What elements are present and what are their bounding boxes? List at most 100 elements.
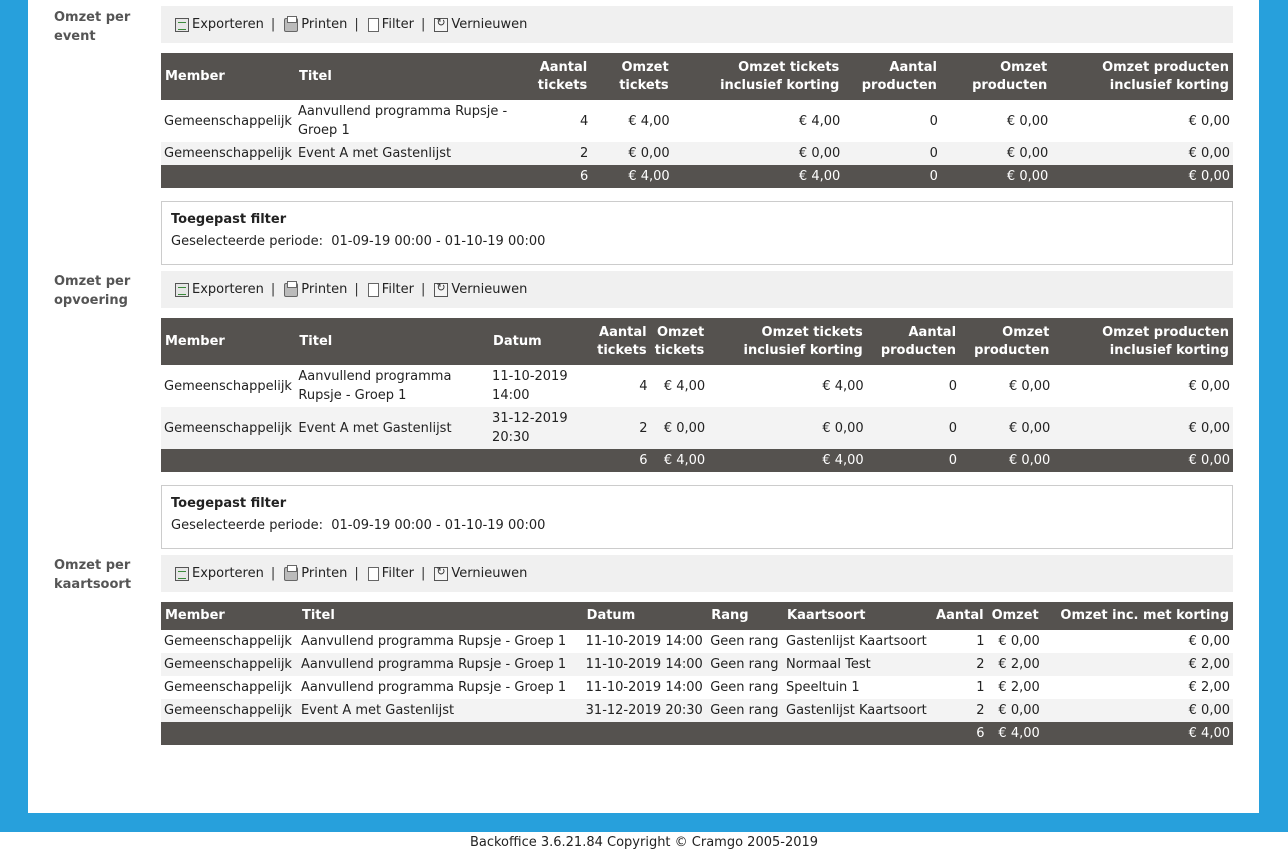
cell-rank: Geen rang: [710, 634, 779, 649]
cell-title: Aanvullend programma Rupsje - Groep 1: [298, 369, 452, 403]
column-header[interactable]: Datum: [582, 602, 708, 630]
cell-ticket-revenue-discount: € 0,00: [708, 407, 867, 449]
column-header[interactable]: Omzet inc. met korting: [1042, 602, 1233, 630]
cell-member: Gemeenschappelijk: [164, 634, 292, 649]
table-total-row: 6 € 4,00 € 4,00 0 € 0,00 € 0,00: [161, 165, 1233, 188]
table-row[interactable]: Gemeenschappelijk Aanvullend programma R…: [161, 365, 1233, 407]
section-label-cardtype: Omzet per kaartsoort: [54, 558, 132, 592]
total-ticket-revenue: € 4,00: [591, 165, 673, 188]
toolbar-performance: Exporteren | Printen | Filter | Vernieuw…: [161, 271, 1233, 308]
column-header[interactable]: Omzet tickets: [591, 53, 673, 100]
refresh-button[interactable]: Vernieuwen: [434, 281, 527, 297]
cell-ticket-revenue-discount: € 4,00: [822, 378, 864, 394]
column-header[interactable]: Member: [161, 318, 296, 365]
table-row[interactable]: Gemeenschappelijk Aanvullend programma R…: [161, 630, 1233, 653]
cell-ticket-count: 4: [579, 113, 589, 129]
column-header[interactable]: Aantal tickets: [533, 53, 592, 100]
total-cell: [295, 449, 490, 472]
table-row[interactable]: Gemeenschappelijk Aanvullend programma R…: [161, 676, 1233, 699]
column-header[interactable]: Member: [161, 53, 295, 100]
column-header[interactable]: Omzet producten: [960, 318, 1054, 365]
column-header[interactable]: Omzet tickets: [650, 318, 709, 365]
column-header[interactable]: Titel: [294, 53, 534, 100]
cell-member: Gemeenschappelijk: [164, 113, 292, 129]
filter-period-label: Geselecteerde periode:: [171, 518, 323, 533]
column-header[interactable]: Aantal: [930, 602, 988, 630]
applied-filter-box: Toegepast filter Geselecteerde periode: …: [161, 485, 1233, 549]
refresh-button[interactable]: Vernieuwen: [434, 16, 527, 32]
cell-title: Event A met Gastenlijst: [295, 407, 490, 449]
toolbar-separator: |: [421, 17, 426, 32]
cell-member: Gemeenschappelijk: [164, 680, 292, 695]
excel-icon: [175, 566, 189, 581]
total-cell: [582, 722, 708, 745]
column-header[interactable]: Member: [161, 602, 298, 630]
cell-product-revenue-discount: € 0,00: [1188, 113, 1230, 129]
cell-ticket-count: 2: [586, 407, 651, 449]
column-header[interactable]: Titel: [297, 602, 583, 630]
total-ticket-count: 6: [586, 449, 651, 472]
cell-product-revenue-discount: € 0,00: [1051, 142, 1233, 165]
toolbar-separator: |: [354, 282, 359, 297]
cell-date: 11-10-2019 14:00: [492, 369, 568, 403]
table-row[interactable]: Gemeenschappelijk Aanvullend programma R…: [161, 653, 1233, 676]
refresh-button[interactable]: Vernieuwen: [434, 565, 527, 581]
document-icon: [367, 282, 379, 297]
print-button[interactable]: Printen: [284, 564, 347, 581]
column-header[interactable]: Omzet tickets inclusief korting: [708, 318, 867, 365]
refresh-icon: [434, 281, 449, 297]
table-row[interactable]: Gemeenschappelijk Event A met Gastenlijs…: [161, 407, 1233, 449]
cell-title: Event A met Gastenlijst: [294, 142, 534, 165]
printer-icon: [284, 280, 299, 297]
cell-count: 1: [976, 680, 985, 695]
total-product-revenue: € 0,00: [940, 165, 1052, 188]
table-row[interactable]: Gemeenschappelijk Aanvullend programma R…: [161, 100, 1233, 142]
column-header[interactable]: Omzet producten inclusief korting: [1051, 53, 1233, 100]
table-header-row: Member Titel Datum Rang Kaartsoort Aanta…: [161, 602, 1233, 630]
column-header[interactable]: Aantal tickets: [586, 318, 651, 365]
cell-rank: Geen rang: [707, 699, 783, 722]
column-header[interactable]: Omzet: [987, 602, 1043, 630]
column-header[interactable]: Omzet producten inclusief korting: [1053, 318, 1233, 365]
total-ticket-count: 6: [533, 165, 592, 188]
table-row[interactable]: Gemeenschappelijk Event A met Gastenlijs…: [161, 142, 1233, 165]
export-button[interactable]: Exporteren: [175, 17, 264, 32]
document-icon: [367, 566, 379, 581]
total-cell: [161, 722, 298, 745]
print-button[interactable]: Printen: [284, 15, 347, 32]
total-cell: [294, 165, 534, 188]
cell-member: Gemeenschappelijk: [161, 699, 298, 722]
total-cell: [489, 449, 587, 472]
filter-button[interactable]: Filter: [367, 17, 414, 32]
cell-revenue: € 2,00: [987, 653, 1043, 676]
cell-product-revenue: € 0,00: [1006, 113, 1049, 129]
total-product-revenue: € 0,00: [960, 449, 1054, 472]
column-header[interactable]: Kaartsoort: [783, 602, 931, 630]
column-header[interactable]: Aantal producten: [866, 318, 961, 365]
cell-date: 11-10-2019 14:00: [585, 680, 703, 695]
page-footer: Backoffice 3.6.21.84 Copyright © Cramgo …: [0, 832, 1288, 853]
filter-button[interactable]: Filter: [367, 566, 414, 581]
total-ticket-revenue-discount: € 4,00: [672, 165, 844, 188]
column-header[interactable]: Aantal producten: [843, 53, 941, 100]
export-button[interactable]: Exporteren: [175, 566, 264, 581]
column-header[interactable]: Omzet producten: [940, 53, 1052, 100]
applied-filter-box: Toegepast filter Geselecteerde periode: …: [161, 201, 1233, 265]
cell-revenue: € 2,00: [998, 680, 1040, 695]
cell-member: Gemeenschappelijk: [161, 407, 296, 449]
cell-product-count: 0: [866, 407, 961, 449]
cell-ticket-revenue-discount: € 0,00: [672, 142, 844, 165]
filter-button[interactable]: Filter: [367, 282, 414, 297]
cell-ticket-count: 4: [639, 378, 648, 394]
column-header[interactable]: Rang: [707, 602, 783, 630]
filter-period: Geselecteerde periode: 01-09-19 00:00 - …: [171, 234, 1223, 249]
column-header[interactable]: Datum: [489, 318, 587, 365]
export-button[interactable]: Exporteren: [175, 282, 264, 297]
cell-count: 1: [976, 634, 985, 649]
column-header[interactable]: Titel: [295, 318, 490, 365]
print-button[interactable]: Printen: [284, 280, 347, 297]
table-row[interactable]: Gemeenschappelijk Event A met Gastenlijs…: [161, 699, 1233, 722]
cell-product-revenue-discount: € 0,00: [1053, 407, 1233, 449]
total-cell: [707, 722, 783, 745]
column-header[interactable]: Omzet tickets inclusief korting: [672, 53, 844, 100]
